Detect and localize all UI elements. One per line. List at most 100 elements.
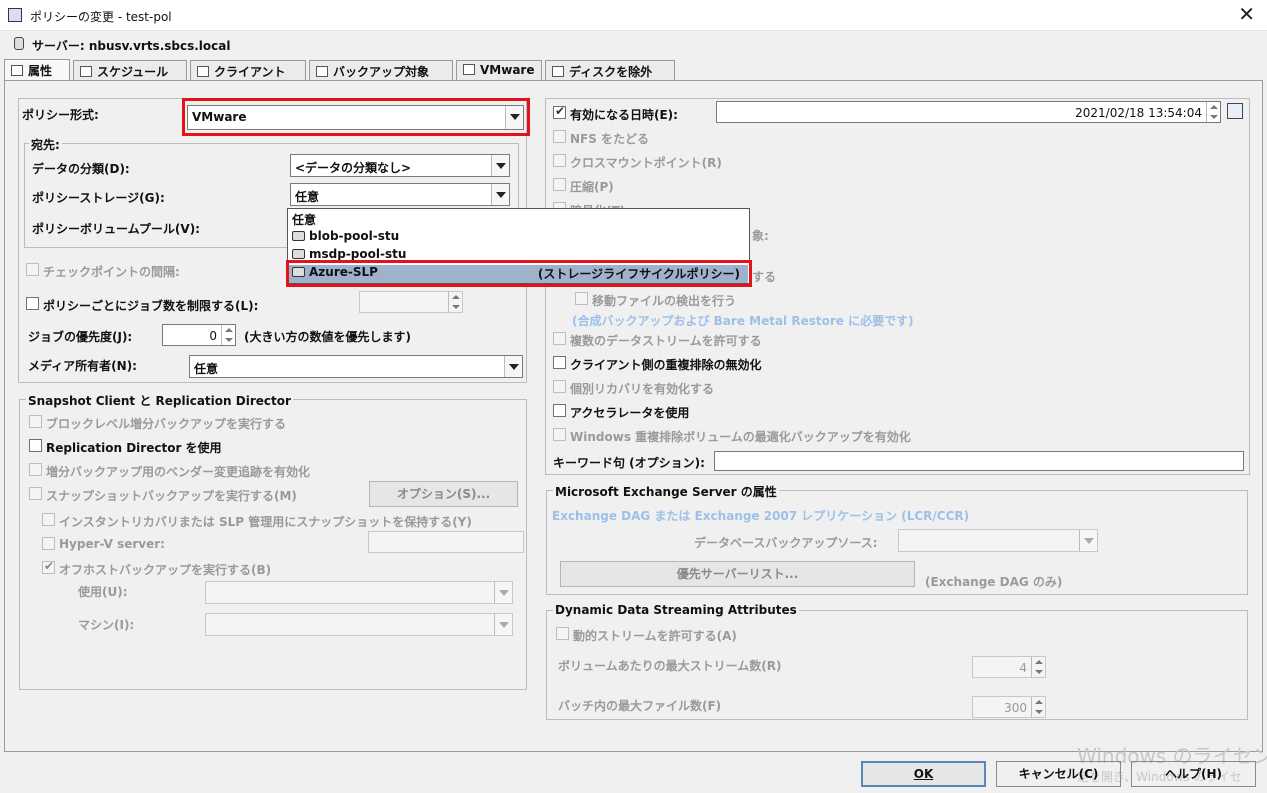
close-icon[interactable]: ✕ bbox=[1238, 2, 1255, 26]
exchange-title: Microsoft Exchange Server の属性 bbox=[553, 483, 779, 500]
chevron-down-icon[interactable] bbox=[494, 614, 512, 635]
snapshot-backup-checkbox[interactable] bbox=[29, 487, 42, 500]
spinner-arrows-icon[interactable] bbox=[448, 292, 462, 312]
server-label: サーバー: nbusv.vrts.sbcs.local bbox=[32, 39, 231, 53]
data-class-combo[interactable]: <データの分類なし> bbox=[290, 154, 510, 177]
hyperv-server-input[interactable] bbox=[368, 531, 524, 553]
policy-storage-value: 任意 bbox=[295, 190, 320, 204]
destination-title: 宛先: bbox=[29, 136, 62, 153]
check-icon: ✔ bbox=[44, 559, 55, 573]
max-files-label: バッチ内の最大ファイル数(F) bbox=[558, 699, 722, 713]
machine-combo[interactable] bbox=[205, 613, 513, 636]
priority-spinner[interactable]: 0 bbox=[162, 324, 236, 346]
tab-label: ディスクを除外 bbox=[569, 65, 653, 79]
vendor-tracking-label: 増分バックアップ用のベンダー変更追跡を有効化 bbox=[46, 465, 311, 479]
db-source-combo[interactable] bbox=[898, 529, 1098, 552]
vendor-tracking-checkbox[interactable] bbox=[29, 463, 42, 476]
dropdown-item-blob-pool-stu[interactable]: blob-pool-stu bbox=[292, 229, 399, 247]
windows-dedup-label: Windows 重複排除ボリュームの最適化バックアップを有効化 bbox=[570, 430, 911, 444]
use-label: 使用(U): bbox=[78, 585, 128, 599]
chevron-down-icon[interactable] bbox=[491, 155, 509, 176]
granular-label: 個別リカバリを有効化する bbox=[570, 382, 715, 396]
effective-date-checkbox[interactable]: ✔ bbox=[553, 104, 566, 119]
dropdown-item-any[interactable]: 任意 bbox=[292, 211, 316, 229]
tab-backup-selections[interactable]: バックアップ対象 bbox=[309, 60, 453, 80]
chevron-down-icon[interactable] bbox=[504, 356, 522, 377]
dynamic-stream-checkbox[interactable] bbox=[556, 627, 569, 640]
storage-unit-icon bbox=[292, 249, 305, 259]
ok-button[interactable]: OK bbox=[861, 761, 986, 787]
accelerator-checkbox[interactable] bbox=[553, 404, 566, 417]
spinner-arrows-icon[interactable] bbox=[221, 325, 235, 345]
block-level-label: ブロックレベル増分バックアップを実行する bbox=[46, 417, 287, 431]
effective-date-value: 2021/02/18 13:54:04 bbox=[1075, 106, 1202, 120]
tab-label: 属性 bbox=[28, 64, 53, 78]
max-files-spinner[interactable]: 300 bbox=[972, 696, 1046, 718]
windows-dedup-checkbox[interactable] bbox=[553, 428, 566, 441]
tab-attributes[interactable]: 属性 bbox=[4, 59, 70, 81]
granular-checkbox[interactable] bbox=[553, 380, 566, 393]
replication-director-checkbox[interactable] bbox=[29, 439, 42, 452]
spinner-arrows-icon[interactable] bbox=[1206, 102, 1220, 122]
tab-label: VMware bbox=[480, 63, 535, 77]
instant-recovery-label: インスタントリカバリまたは SLP 管理用にスナップショットを保持する(Y) bbox=[59, 515, 472, 529]
effective-date-label: 有効になる日時(E): bbox=[570, 108, 678, 122]
dds-title: Dynamic Data Streaming Attributes bbox=[553, 603, 799, 617]
limit-jobs-checkbox[interactable] bbox=[26, 297, 39, 310]
keyword-label: キーワード句 (オプション): bbox=[553, 456, 705, 470]
data-class-label: データの分類(D): bbox=[32, 162, 130, 176]
media-owner-combo[interactable]: 任意 bbox=[189, 355, 523, 378]
cross-mount-checkbox[interactable] bbox=[553, 154, 566, 167]
follow-nfs-checkbox[interactable] bbox=[553, 130, 566, 143]
tab-schedules[interactable]: スケジュール bbox=[73, 60, 187, 80]
multi-stream-label: 複数のデータストリームを許可する bbox=[570, 334, 762, 348]
help-button[interactable]: ヘルプ(H) bbox=[1131, 761, 1256, 787]
tab-label: バックアップ対象 bbox=[333, 65, 430, 79]
limit-jobs-spinner[interactable] bbox=[359, 291, 463, 313]
accelerator-label: アクセラレータを使用 bbox=[570, 406, 690, 420]
spinner-arrows-icon[interactable] bbox=[1031, 697, 1045, 717]
app-icon bbox=[8, 8, 22, 22]
preferred-server-button[interactable]: 優先サーバーリスト... bbox=[560, 561, 915, 587]
instant-recovery-checkbox[interactable] bbox=[42, 513, 55, 526]
max-files-value: 300 bbox=[1004, 701, 1027, 715]
chevron-down-icon[interactable] bbox=[491, 184, 509, 205]
chevron-down-icon[interactable] bbox=[494, 582, 512, 603]
highlight-policy-type bbox=[182, 98, 530, 136]
disk-icon bbox=[552, 66, 564, 77]
schedule-icon bbox=[80, 66, 92, 77]
policy-storage-combo[interactable]: 任意 bbox=[290, 183, 510, 206]
checkpoint-checkbox[interactable] bbox=[26, 263, 39, 276]
replication-director-label: Replication Director を使用 bbox=[46, 441, 222, 455]
max-streams-label: ボリュームあたりの最大ストリーム数(R) bbox=[558, 659, 782, 673]
tab-exclude-disks[interactable]: ディスクを除外 bbox=[545, 60, 675, 80]
block-level-checkbox[interactable] bbox=[29, 415, 42, 428]
volume-pool-label: ポリシーボリュームプール(V): bbox=[32, 222, 200, 236]
max-streams-spinner[interactable]: 4 bbox=[972, 656, 1046, 678]
tab-vmware[interactable]: VMware bbox=[456, 60, 542, 80]
priority-value: 0 bbox=[209, 329, 217, 343]
tab-clients[interactable]: クライアント bbox=[190, 60, 306, 80]
collect-label-tail: 象: bbox=[752, 229, 769, 243]
title-bar: ポリシーの変更 - test-pol ✕ bbox=[0, 0, 1267, 31]
chevron-down-icon[interactable] bbox=[1079, 530, 1097, 551]
cancel-button[interactable]: キャンセル(C) bbox=[996, 761, 1121, 787]
synthetic-note: (合成バックアップおよび Bare Metal Restore に必要です) bbox=[572, 314, 914, 328]
multi-stream-checkbox[interactable] bbox=[553, 332, 566, 345]
item-label: blob-pool-stu bbox=[309, 229, 400, 243]
calendar-icon[interactable] bbox=[1227, 103, 1243, 119]
ok-label: OK bbox=[913, 767, 934, 781]
compress-checkbox[interactable] bbox=[553, 178, 566, 191]
vmware-icon bbox=[463, 64, 475, 75]
snapshot-options-button[interactable]: オプション(S)... bbox=[369, 481, 518, 507]
client-dedup-checkbox[interactable] bbox=[553, 356, 566, 369]
max-streams-value: 4 bbox=[1019, 661, 1027, 675]
spinner-arrows-icon[interactable] bbox=[1031, 657, 1045, 677]
hyperv-checkbox[interactable] bbox=[42, 537, 55, 550]
hyperv-label: Hyper-V server: bbox=[59, 537, 165, 551]
use-combo[interactable] bbox=[205, 581, 513, 604]
keyword-input[interactable] bbox=[714, 451, 1244, 471]
offhost-checkbox[interactable]: ✔ bbox=[42, 559, 55, 574]
move-detect-checkbox[interactable] bbox=[575, 292, 588, 305]
effective-date-field[interactable]: 2021/02/18 13:54:04 bbox=[716, 101, 1221, 123]
